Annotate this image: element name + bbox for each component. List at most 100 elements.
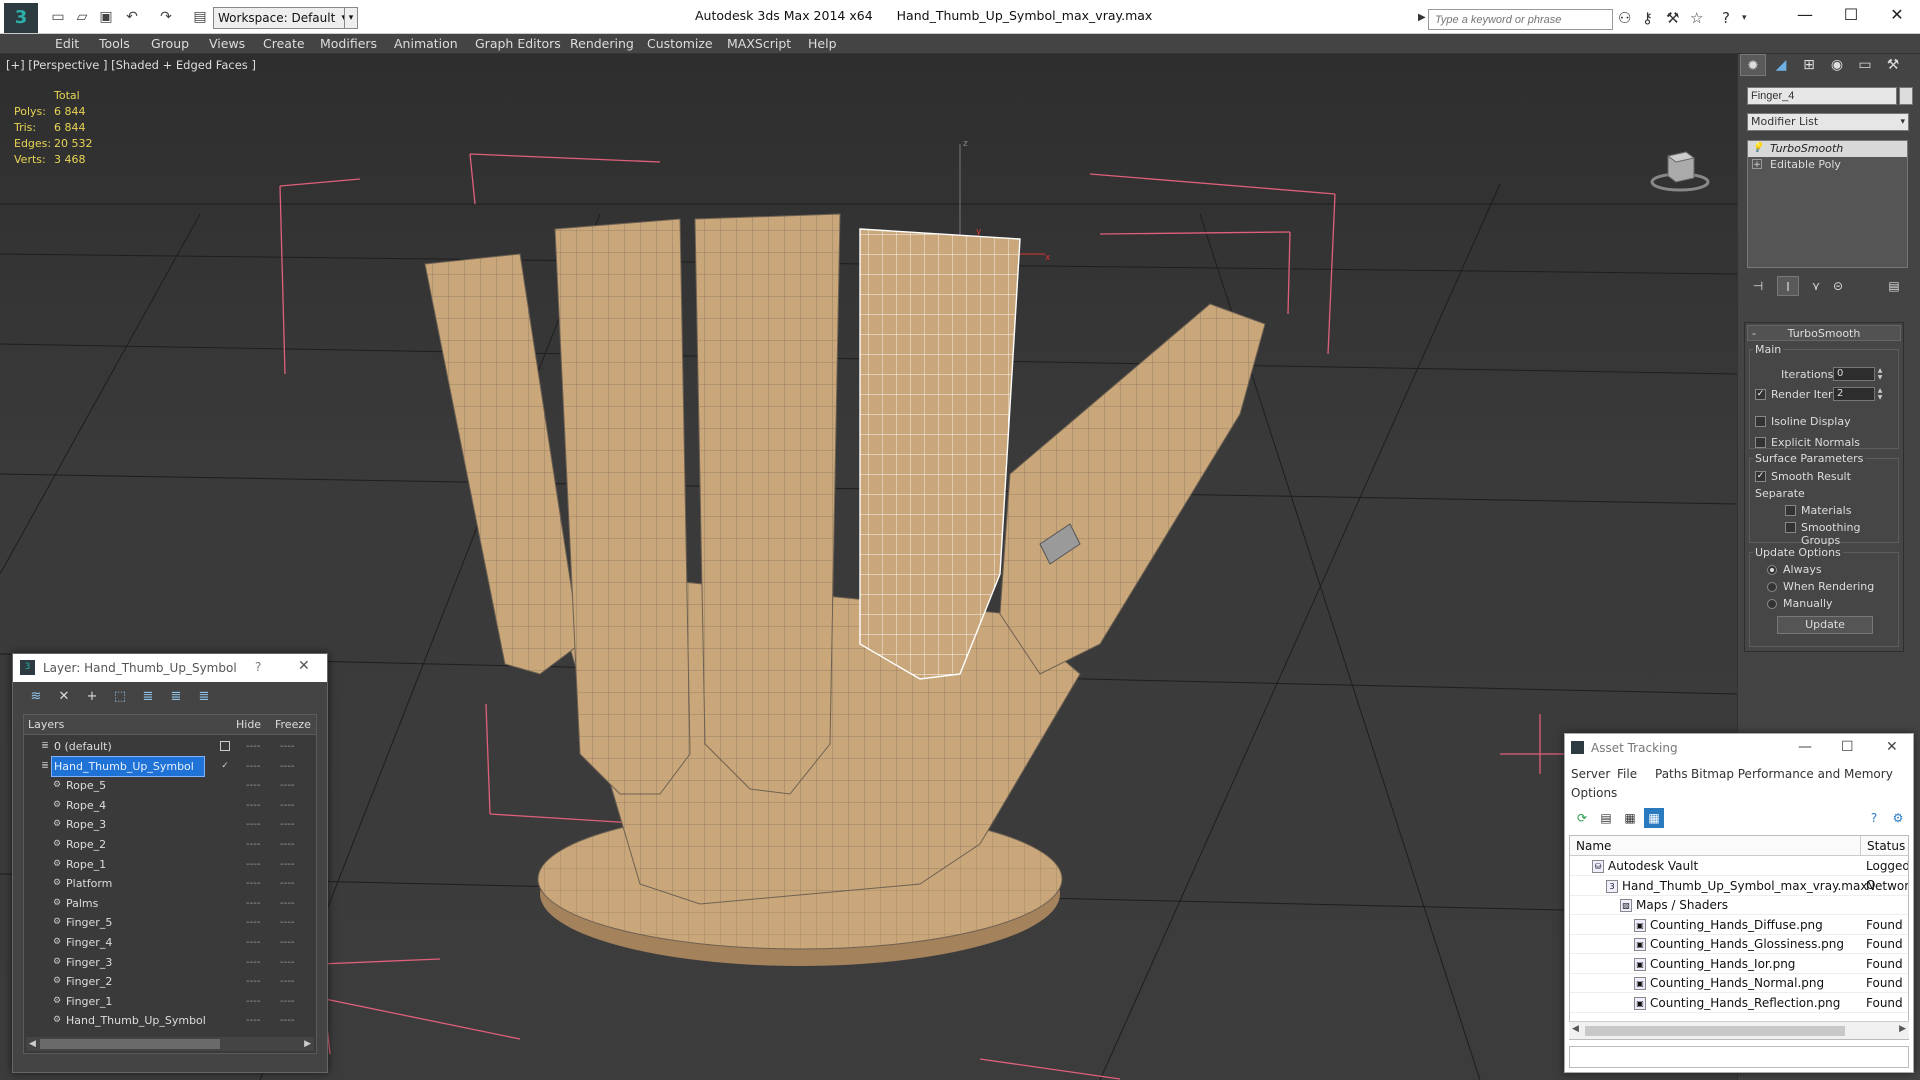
freeze-toggle[interactable]: ---- xyxy=(280,737,294,756)
search-input[interactable] xyxy=(1428,9,1613,30)
minimize-icon[interactable]: — xyxy=(1790,5,1820,24)
asset-menu-bitmap-performance[interactable]: Bitmap Performance and Memory xyxy=(1691,767,1893,781)
workspace-dropdown[interactable]: Workspace: Default▾ xyxy=(213,7,349,29)
explicit-normals-checkbox[interactable] xyxy=(1755,437,1766,448)
viewport-label-menu[interactable]: [+] [Perspective ] [Shaded + Edged Faces… xyxy=(6,58,256,72)
column-layers[interactable]: Layers xyxy=(28,715,64,735)
layer-object-row[interactable]: ⚙ Platform ---- ---- xyxy=(24,874,316,893)
smoothing-groups-checkbox[interactable] xyxy=(1785,522,1796,533)
menu-views[interactable]: Views xyxy=(209,36,245,51)
layer-object-row[interactable]: ⚙ Rope_1 ---- ---- xyxy=(24,855,316,874)
open-file-icon[interactable]: ▱ xyxy=(72,7,92,27)
freeze-toggle[interactable]: ---- xyxy=(280,953,294,972)
display-tab-icon[interactable]: ▭ xyxy=(1852,54,1878,76)
hide-toggle[interactable]: ---- xyxy=(246,953,260,972)
layer-name[interactable]: Rope_4 xyxy=(64,796,106,815)
rollout-header[interactable]: - TurboSmooth xyxy=(1747,325,1901,341)
render-iters-checkbox[interactable]: ✓ xyxy=(1755,389,1766,400)
hide-toggle[interactable]: ---- xyxy=(246,757,260,776)
isoline-display-checkbox[interactable] xyxy=(1755,416,1766,427)
hide-toggle[interactable]: ---- xyxy=(246,972,260,991)
hide-toggle[interactable]: ---- xyxy=(246,894,260,913)
freeze-toggle[interactable]: ---- xyxy=(280,972,294,991)
iterations-spinner-arrows-icon[interactable]: ▲ ▼ xyxy=(1875,367,1885,381)
hide-toggle[interactable]: ---- xyxy=(246,796,260,815)
menu-help[interactable]: Help xyxy=(808,36,837,51)
table-view-icon[interactable]: ▦ xyxy=(1644,808,1664,828)
asset-row[interactable]: ▣ Counting_Hands_Ior.png Found xyxy=(1570,955,1908,974)
iterations-spinner[interactable]: 0 xyxy=(1833,367,1875,381)
menu-group[interactable]: Group xyxy=(151,36,189,51)
new-file-icon[interactable]: ▭ xyxy=(48,7,68,27)
layer-name[interactable]: Finger_5 xyxy=(64,913,112,932)
layer-name[interactable]: Finger_2 xyxy=(64,972,112,991)
remove-modifier-icon[interactable]: ⊝ xyxy=(1827,276,1849,296)
hide-toggle[interactable]: ---- xyxy=(246,933,260,952)
column-name[interactable]: Name xyxy=(1576,836,1611,856)
asset-menu-server[interactable]: Server xyxy=(1571,767,1610,781)
menu-create[interactable]: Create xyxy=(263,36,305,51)
layer-object-row[interactable]: ⚙ Hand_Thumb_Up_Symbol ---- ---- xyxy=(24,1011,316,1030)
column-hide[interactable]: Hide xyxy=(236,715,261,735)
layer-name[interactable]: Finger_4 xyxy=(64,933,112,952)
hide-toggle[interactable]: ---- xyxy=(246,737,260,756)
pin-stack-icon[interactable]: ⊣ xyxy=(1747,276,1769,296)
favorites-star-icon[interactable]: ☆ xyxy=(1690,9,1703,27)
refresh-icon[interactable]: ⟳ xyxy=(1572,808,1592,828)
freeze-toggle[interactable]: ---- xyxy=(280,855,294,874)
smooth-result-checkbox[interactable]: ✓ xyxy=(1755,471,1766,482)
freeze-toggle[interactable]: ---- xyxy=(280,815,294,834)
save-file-icon[interactable]: ▣ xyxy=(96,7,116,27)
always-radio[interactable] xyxy=(1767,565,1777,575)
column-status[interactable]: Status xyxy=(1860,836,1905,856)
layer-name[interactable]: Hand_Thumb_Up_Symbol xyxy=(64,1011,206,1030)
active-layer-check-icon[interactable]: ✓ xyxy=(220,761,230,771)
layer-object-row[interactable]: ⚙ Finger_2 ---- ---- xyxy=(24,972,316,991)
close-icon[interactable]: ✕ xyxy=(298,658,310,674)
scroll-right-icon[interactable]: ▶ xyxy=(304,1037,311,1051)
asset-horizontal-scrollbar[interactable]: ◀ ▶ xyxy=(1569,1021,1909,1039)
binoculars-icon[interactable]: ⚇ xyxy=(1618,9,1631,27)
menu-animation[interactable]: Animation xyxy=(394,36,458,51)
scroll-left-icon[interactable]: ◀ xyxy=(29,1037,36,1051)
asset-menu-paths[interactable]: Paths xyxy=(1655,767,1688,781)
stack-item-editable-poly[interactable]: + Editable Poly xyxy=(1748,157,1907,173)
when-rendering-radio[interactable] xyxy=(1767,582,1777,592)
materials-checkbox[interactable] xyxy=(1785,505,1796,516)
hide-toggle[interactable]: ---- xyxy=(246,1011,260,1030)
close-icon[interactable]: ✕ xyxy=(1886,739,1898,755)
layer-object-row[interactable]: ⚙ Finger_4 ---- ---- xyxy=(24,933,316,952)
freeze-toggle[interactable]: ---- xyxy=(280,1011,294,1030)
layer-name[interactable]: Platform xyxy=(64,874,112,893)
asset-row[interactable]: ▨ Maps / Shaders xyxy=(1570,896,1908,915)
hide-toggle[interactable]: ---- xyxy=(246,815,260,834)
modifier-list-dropdown[interactable]: Modifier List ▾ xyxy=(1747,113,1909,131)
asset-row[interactable]: ▣ Counting_Hands_Glossiness.png Found xyxy=(1570,935,1908,954)
expand-search-icon[interactable]: ▶ xyxy=(1418,12,1426,23)
asset-row[interactable]: ▣ Counting_Hands_Reflection.png Found xyxy=(1570,994,1908,1013)
highlight-layer-icon[interactable]: ≣ xyxy=(137,687,159,707)
settings-icon[interactable]: ⚙ xyxy=(1888,808,1908,828)
menu-rendering[interactable]: Rendering xyxy=(570,36,634,51)
hide-toggle[interactable]: ---- xyxy=(246,913,260,932)
undo-icon[interactable]: ↶ xyxy=(122,7,142,27)
show-end-result-icon[interactable]: I xyxy=(1777,276,1799,296)
layer-row[interactable]: ≣ 0 (default) ---- ---- xyxy=(24,737,316,756)
layer-name[interactable]: Rope_1 xyxy=(64,855,106,874)
freeze-toggle[interactable]: ---- xyxy=(280,894,294,913)
hide-toggle[interactable]: ---- xyxy=(246,874,260,893)
update-button[interactable]: Update xyxy=(1777,616,1873,634)
layer-object-row[interactable]: ⚙ Finger_3 ---- ---- xyxy=(24,953,316,972)
maximize-icon[interactable]: ☐ xyxy=(1841,739,1854,755)
layer-name[interactable]: Finger_1 xyxy=(64,992,112,1011)
asset-row[interactable]: ▣ Counting_Hands_Normal.png Found xyxy=(1570,974,1908,993)
key-icon[interactable]: ⚷ xyxy=(1642,9,1653,27)
freeze-toggle[interactable]: ---- xyxy=(280,933,294,952)
menu-edit[interactable]: Edit xyxy=(55,36,79,51)
help-icon[interactable]: ? xyxy=(1722,9,1730,27)
close-icon[interactable]: ✕ xyxy=(1882,5,1912,24)
freeze-toggle[interactable]: ---- xyxy=(280,796,294,815)
hide-toggle[interactable]: ---- xyxy=(246,992,260,1011)
create-layer-icon[interactable]: ≋ xyxy=(25,687,47,707)
layer-window-titlebar[interactable]: 3 Layer: Hand_Thumb_Up_Symbol ? ✕ xyxy=(13,654,327,682)
